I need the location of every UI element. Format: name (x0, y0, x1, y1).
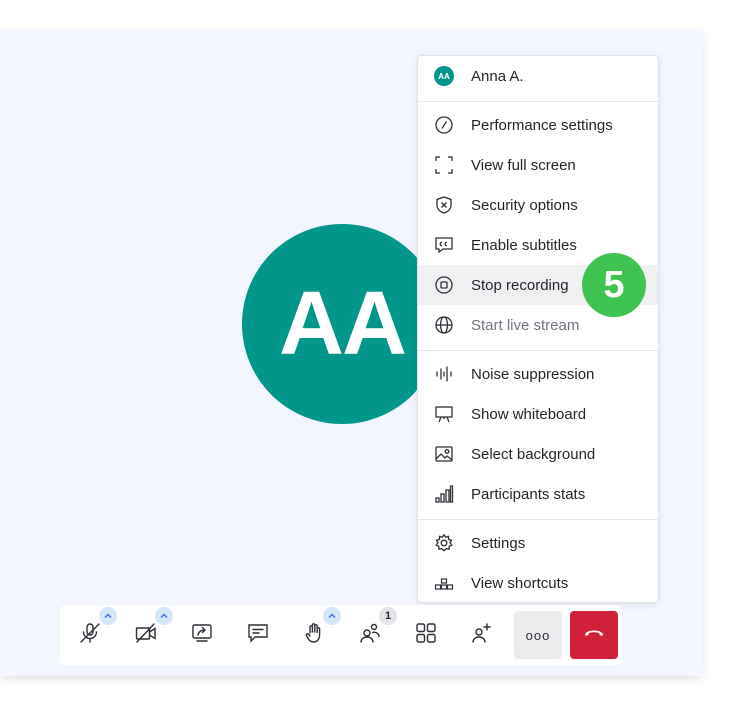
shield-icon (434, 195, 454, 215)
menu-item-select-background[interactable]: Select background (418, 434, 658, 474)
menu-item-label: Stop recording (471, 276, 569, 294)
more-actions-menu: AA Anna A. Performance settings View ful… (417, 55, 659, 603)
menu-item-label: Performance settings (471, 116, 613, 134)
user-avatar: AA (434, 66, 454, 86)
microphone-options-caret[interactable] (99, 607, 117, 625)
menu-item-view-full-screen[interactable]: View full screen (418, 145, 658, 185)
menu-item-label: View full screen (471, 156, 576, 174)
menu-item-label: Settings (471, 534, 526, 552)
microphone-muted-icon (78, 621, 102, 650)
camera-button[interactable] (122, 607, 173, 659)
tile-view-icon (414, 621, 438, 650)
menu-item-label: Participants stats (471, 485, 586, 503)
camera-options-caret[interactable] (155, 607, 173, 625)
raise-hand-icon (302, 621, 326, 650)
menu-item-label: Select background (471, 445, 596, 463)
camera-off-icon (134, 621, 158, 650)
menu-item-label: Noise suppression (471, 365, 595, 383)
chat-icon (246, 621, 270, 650)
cc-icon (434, 235, 454, 255)
leave-call-button[interactable] (570, 611, 618, 659)
more-icon: ooo (525, 627, 551, 643)
menu-item-label: Enable subtitles (471, 236, 577, 254)
menu-divider (418, 101, 658, 102)
menu-item-label: View shortcuts (471, 574, 569, 592)
menu-item-label: Show whiteboard (471, 405, 587, 423)
call-toolbar: 1 ooo (60, 605, 622, 665)
globe-icon (434, 315, 454, 335)
participant-avatar: AA (242, 224, 442, 424)
participants-icon (358, 621, 382, 650)
shortcuts-icon (434, 573, 454, 593)
menu-item-settings[interactable]: Settings (418, 523, 658, 563)
participants-count-badge: 1 (379, 607, 397, 625)
whiteboard-icon (434, 404, 454, 424)
menu-divider (418, 350, 658, 351)
gauge-icon (434, 115, 454, 135)
menu-item-noise-suppression[interactable]: Noise suppression (418, 354, 658, 394)
share-screen-button[interactable] (178, 611, 226, 659)
microphone-button[interactable] (66, 607, 117, 659)
bar-chart-icon (434, 484, 454, 504)
menu-item-participants-stats[interactable]: Participants stats (418, 474, 658, 514)
tile-view-button[interactable] (402, 611, 450, 659)
menu-user-row: AA Anna A. (418, 56, 658, 96)
gear-icon (434, 533, 454, 553)
user-name: Anna A. (471, 67, 524, 85)
menu-divider (418, 519, 658, 520)
menu-item-view-shortcuts[interactable]: View shortcuts (418, 563, 658, 603)
share-screen-icon (190, 621, 214, 650)
stop-record-icon (434, 275, 454, 295)
hangup-icon (582, 621, 606, 650)
image-icon (434, 444, 454, 464)
step-number-badge: 5 (582, 253, 646, 317)
more-actions-button[interactable]: ooo (514, 611, 562, 659)
raise-hand-button[interactable] (290, 607, 341, 659)
invite-button[interactable] (458, 611, 506, 659)
waveform-icon (434, 364, 454, 384)
fullscreen-icon (434, 155, 454, 175)
menu-item-security-options[interactable]: Security options (418, 185, 658, 225)
chat-button[interactable] (234, 611, 282, 659)
menu-item-performance-settings[interactable]: Performance settings (418, 105, 658, 145)
menu-item-label: Security options (471, 196, 578, 214)
invite-icon (470, 621, 494, 650)
menu-item-label: Start live stream (471, 316, 580, 334)
participants-button[interactable]: 1 (346, 607, 397, 659)
menu-item-show-whiteboard[interactable]: Show whiteboard (418, 394, 658, 434)
reactions-options-caret[interactable] (323, 607, 341, 625)
